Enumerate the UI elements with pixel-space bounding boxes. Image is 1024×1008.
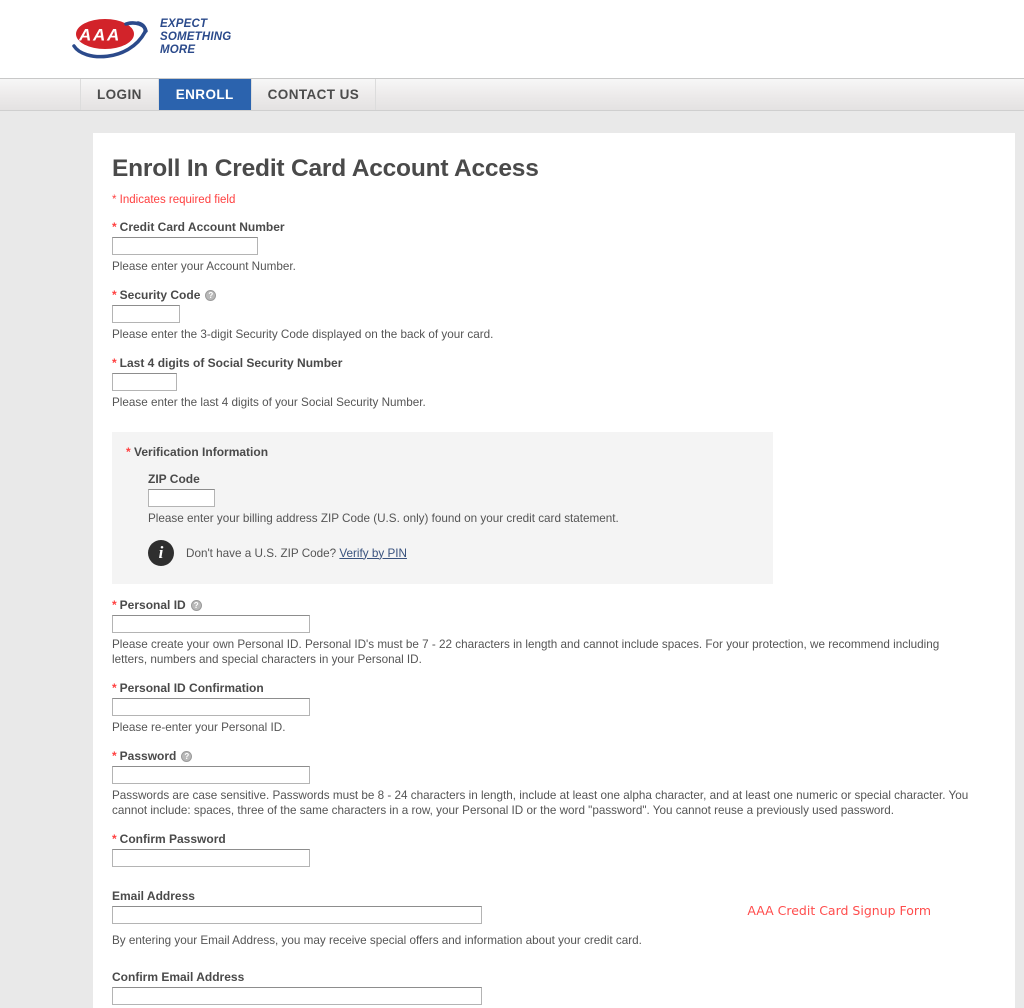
help-personal-id-confirmation: Please re-enter your Personal ID. (112, 721, 286, 734)
personal-id-input[interactable] (112, 615, 310, 633)
label-text: Password (119, 749, 177, 763)
verify-by-pin-link[interactable]: Verify by PIN (339, 547, 407, 560)
label-confirm-password: * Confirm Password (112, 832, 1015, 846)
label-ssn-last4: * Last 4 digits of Social Security Numbe… (112, 356, 1015, 370)
nav-tab-enroll[interactable]: ENROLL (158, 79, 251, 110)
required-asterisk: * (112, 356, 117, 370)
label-personal-id-confirmation: * Personal ID Confirmation (112, 681, 1015, 695)
required-asterisk: * (112, 220, 117, 234)
help-zip-code: Please enter your billing address ZIP Co… (148, 512, 619, 525)
required-asterisk: * (112, 749, 117, 763)
security-code-input[interactable] (112, 305, 180, 323)
label-zip-code: ZIP Code (148, 472, 200, 486)
tagline-line-2: SOMETHING (160, 30, 232, 43)
question-mark-circle-icon[interactable]: ? (205, 289, 217, 301)
verify-by-pin-text: Don't have a U.S. ZIP Code? Verify by PI… (186, 547, 407, 560)
label-text: Personal ID (119, 598, 186, 612)
required-field-note: * Indicates required field (112, 194, 236, 206)
label-password: * Password ? (112, 749, 1015, 763)
question-mark-circle-icon[interactable]: ? (181, 750, 193, 762)
required-asterisk: * (126, 445, 131, 459)
label-personal-id: * Personal ID ? (112, 598, 1015, 612)
field-account-number: * Credit Card Account Number Please ente… (112, 220, 1015, 274)
field-personal-id-confirmation: * Personal ID Confirmation Please re-ent… (112, 681, 1015, 735)
required-asterisk: * (112, 681, 117, 695)
label-text: Verification Information (134, 445, 269, 459)
label-confirm-email-address: Confirm Email Address (112, 970, 1015, 984)
password-input[interactable] (112, 766, 310, 784)
required-asterisk: * (112, 288, 117, 302)
content-panel: Enroll In Credit Card Account Access * I… (93, 133, 1015, 1008)
ssn-last4-input[interactable] (112, 373, 177, 391)
label-text: Confirm Email Address (112, 970, 245, 984)
help-email-address: By entering your Email Address, you may … (112, 934, 642, 947)
aaa-logo[interactable]: AAA EXPECT SOMETHING MORE (70, 10, 231, 64)
confirm-password-input[interactable] (112, 849, 310, 867)
question-mark-circle-icon[interactable]: ? (190, 599, 202, 611)
main-navigation: LOGIN ENROLL CONTACT US (0, 78, 1024, 111)
site-header: AAA EXPECT SOMETHING MORE (0, 0, 1024, 78)
required-asterisk: * (112, 832, 117, 846)
field-security-code: * Security Code ? Please enter the 3-dig… (112, 288, 1015, 342)
help-password: Passwords are case sensitive. Passwords … (112, 789, 969, 817)
help-personal-id: Please create your own Personal ID. Pers… (112, 638, 940, 666)
aaa-logo-icon: AAA (72, 19, 148, 59)
help-ssn-last4: Please enter the last 4 digits of your S… (112, 396, 426, 409)
label-security-code: * Security Code ? (112, 288, 1015, 302)
tagline-line-1: EXPECT (160, 17, 208, 30)
label-text: Credit Card Account Number (119, 220, 285, 234)
field-email-address: Email Address By entering your Email Add… (112, 889, 1015, 948)
label-text: Last 4 digits of Social Security Number (119, 356, 343, 370)
form-annotation: AAA Credit Card Signup Form (747, 903, 931, 918)
field-password: * Password ? Passwords are case sensitiv… (112, 749, 1015, 818)
verification-title: * Verification Information (126, 445, 773, 459)
svg-text:A: A (92, 26, 105, 45)
verify-by-pin-row: i Don't have a U.S. ZIP Code? Verify by … (148, 540, 773, 566)
label-text: Personal ID Confirmation (119, 681, 264, 695)
help-security-code: Please enter the 3-digit Security Code d… (112, 328, 494, 341)
brand-tagline: EXPECT SOMETHING MORE (160, 18, 231, 57)
field-confirm-password: * Confirm Password (112, 832, 1015, 867)
field-personal-id: * Personal ID ? Please create your own P… (112, 598, 1015, 667)
page-title: Enroll In Credit Card Account Access (112, 155, 539, 182)
svg-text:A: A (106, 26, 119, 45)
personal-id-confirmation-input[interactable] (112, 698, 310, 716)
label-email-address: Email Address (112, 889, 1015, 903)
label-text: Security Code (119, 288, 201, 302)
account-number-input[interactable] (112, 237, 258, 255)
field-confirm-email-address: Confirm Email Address Please re-enter yo… (112, 970, 1015, 1008)
email-address-input[interactable] (112, 906, 482, 924)
label-account-number: * Credit Card Account Number (112, 220, 1015, 234)
label-text: Confirm Password (119, 832, 226, 846)
verification-information-section: * Verification Information ZIP Code Plea… (112, 432, 773, 584)
label-text: Email Address (112, 889, 195, 903)
field-ssn-last4: * Last 4 digits of Social Security Numbe… (112, 356, 1015, 410)
nav-tab-login[interactable]: LOGIN (80, 79, 159, 110)
nav-tab-contact-us[interactable]: CONTACT US (250, 79, 377, 110)
help-account-number: Please enter your Account Number. (112, 260, 296, 273)
zip-code-input[interactable] (148, 489, 215, 507)
pin-question: Don't have a U.S. ZIP Code? (186, 546, 337, 560)
page-background: Enroll In Credit Card Account Access * I… (0, 111, 1024, 1008)
required-asterisk: * (112, 598, 117, 612)
info-circle-icon: i (148, 540, 174, 566)
tagline-line-3: MORE (160, 43, 196, 56)
confirm-email-address-input[interactable] (112, 987, 482, 1005)
svg-text:A: A (78, 26, 91, 45)
